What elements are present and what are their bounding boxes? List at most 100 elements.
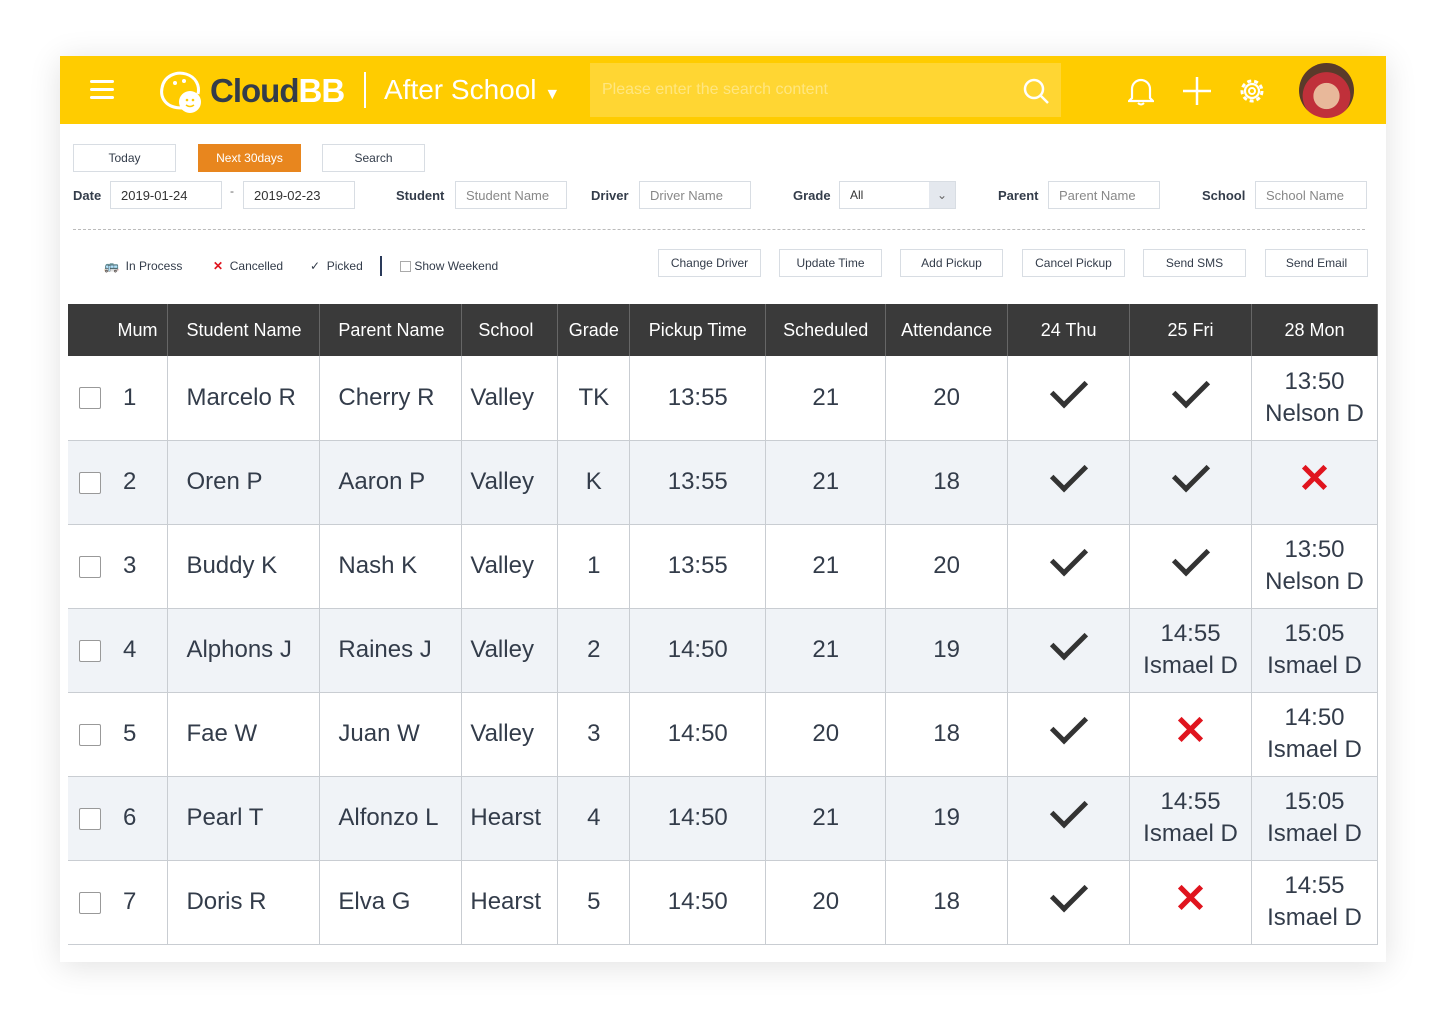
day-cell[interactable] xyxy=(1007,692,1131,777)
day-cell[interactable] xyxy=(1129,440,1252,525)
pickup-time: 13:55 xyxy=(629,524,767,609)
send-email-button[interactable]: Send Email xyxy=(1265,249,1368,277)
driver-name-input[interactable] xyxy=(639,181,751,209)
day-cell[interactable] xyxy=(1007,860,1131,945)
day-cell[interactable] xyxy=(1007,524,1131,609)
day-cell[interactable] xyxy=(1007,440,1131,525)
today-button[interactable]: Today xyxy=(73,144,176,172)
column-header[interactable]: Attendance xyxy=(885,304,1009,356)
day-time: 14:50 xyxy=(1284,704,1345,731)
date-to-input[interactable] xyxy=(243,181,355,209)
day-driver: Ismael D xyxy=(1267,652,1362,679)
legend-cancelled: ✕ Cancelled xyxy=(213,259,283,273)
date-from-input[interactable] xyxy=(110,181,222,209)
row-checkbox[interactable] xyxy=(79,387,101,410)
day-cell[interactable]: 14:55 Ismael D xyxy=(1129,776,1252,861)
day-cell[interactable]: 14:50 Ismael D xyxy=(1251,692,1379,777)
cross-icon: ✕ xyxy=(1173,709,1208,753)
day-cell[interactable]: 13:50 Nelson D xyxy=(1251,524,1379,609)
row-checkbox[interactable] xyxy=(79,639,101,662)
day-cell[interactable]: 13:50 Nelson D xyxy=(1251,356,1379,441)
day-driver: Nelson D xyxy=(1265,399,1364,427)
student-name-input[interactable] xyxy=(455,181,567,209)
row-checkbox[interactable] xyxy=(79,807,101,830)
day-cell[interactable] xyxy=(1007,608,1131,693)
next-30days-button[interactable]: Next 30days xyxy=(198,144,301,172)
parent-name: Cherry R xyxy=(319,356,463,441)
column-header[interactable]: School xyxy=(461,304,559,356)
school: Hearst xyxy=(461,860,559,945)
parent-name-input[interactable] xyxy=(1048,181,1160,209)
app-switcher[interactable]: After School ▼ xyxy=(384,74,560,106)
change-driver-button[interactable]: Change Driver xyxy=(658,249,761,277)
column-header[interactable]: Mum xyxy=(68,304,169,356)
table-row[interactable]: 5 Fae W Juan W Valley 3 14:50 20 18 ✕ 14:5… xyxy=(68,692,1379,777)
row-number-cell: 2 xyxy=(68,440,169,525)
day-cell[interactable]: ✕ xyxy=(1129,692,1252,777)
search-icon[interactable] xyxy=(1022,77,1050,105)
grade: 2 xyxy=(557,608,631,693)
table-row[interactable]: 4 Alphons J Raines J Valley 2 14:50 21 1… xyxy=(68,608,1379,693)
check-icon xyxy=(1171,454,1210,493)
day-cell[interactable]: ✕ xyxy=(1251,440,1379,525)
table-row[interactable]: 1 Marcelo R Cherry R Valley TK 13:55 21 … xyxy=(68,356,1379,441)
row-checkbox[interactable] xyxy=(79,723,101,746)
dashed-divider xyxy=(73,229,1365,230)
day-cell[interactable]: 14:55 Ismael D xyxy=(1251,860,1379,945)
legend-divider xyxy=(380,256,382,276)
day-cell[interactable] xyxy=(1129,356,1252,441)
show-weekend-checkbox[interactable]: Show Weekend xyxy=(400,259,498,273)
school: Valley xyxy=(461,356,559,441)
column-header[interactable]: Scheduled xyxy=(765,304,887,356)
column-header[interactable]: 28 Mon xyxy=(1251,304,1379,356)
cross-icon: ✕ xyxy=(1173,877,1208,921)
search-input[interactable] xyxy=(590,63,1061,117)
search-button[interactable]: Search xyxy=(322,144,425,172)
legend-cancelled-label: Cancelled xyxy=(229,259,284,273)
day-cell[interactable] xyxy=(1129,524,1252,609)
row-number-cell: 4 xyxy=(68,608,169,693)
add-pickup-button[interactable]: Add Pickup xyxy=(900,249,1003,277)
legend-in-process-label: In Process xyxy=(125,259,183,273)
attendance: 19 xyxy=(885,608,1009,693)
column-header[interactable]: 25 Fri xyxy=(1129,304,1252,356)
day-cell[interactable] xyxy=(1007,776,1131,861)
user-avatar[interactable] xyxy=(1299,63,1354,118)
school-bus-icon: 🚌 xyxy=(104,259,119,273)
column-header[interactable]: Parent Name xyxy=(319,304,463,356)
cancel-pickup-button[interactable]: Cancel Pickup xyxy=(1022,249,1125,277)
menu-icon[interactable] xyxy=(90,80,114,99)
day-cell[interactable]: 14:55 Ismael D xyxy=(1129,608,1252,693)
column-header[interactable]: Grade xyxy=(557,304,631,356)
grade: 5 xyxy=(557,860,631,945)
caret-down-icon: ▼ xyxy=(544,86,561,103)
send-sms-button[interactable]: Send SMS xyxy=(1143,249,1246,277)
plus-icon[interactable] xyxy=(1182,76,1212,106)
column-header[interactable]: 24 Thu xyxy=(1007,304,1131,356)
day-time: 13:50 xyxy=(1284,536,1345,563)
bell-icon[interactable] xyxy=(1128,76,1154,106)
row-checkbox[interactable] xyxy=(79,471,101,494)
column-header[interactable]: Pickup Time xyxy=(629,304,767,356)
row-checkbox[interactable] xyxy=(79,555,101,578)
day-cell[interactable]: 15:05 Ismael D xyxy=(1251,776,1379,861)
legend-picked: ✓ Picked xyxy=(310,259,363,273)
row-checkbox[interactable] xyxy=(79,891,101,914)
column-header[interactable]: Student Name xyxy=(167,304,321,356)
school-name-input[interactable] xyxy=(1255,181,1367,209)
day-cell[interactable]: 15:05 Ismael D xyxy=(1251,608,1379,693)
check-icon xyxy=(1049,370,1088,409)
table-row[interactable]: 6 Pearl T Alfonzo L Hearst 4 14:50 21 19… xyxy=(68,776,1379,861)
check-icon xyxy=(1171,370,1210,409)
grade-select[interactable]: All ⌄ xyxy=(839,181,956,209)
day-cell[interactable] xyxy=(1007,356,1131,441)
table-row[interactable]: 3 Buddy K Nash K Valley 1 13:55 21 20 13:… xyxy=(68,524,1379,609)
checkbox-box[interactable] xyxy=(400,261,411,273)
day-cell[interactable]: ✕ xyxy=(1129,860,1252,945)
row-number: 4 xyxy=(123,636,137,663)
gear-icon[interactable] xyxy=(1237,76,1267,106)
update-time-button[interactable]: Update Time xyxy=(779,249,882,277)
table-row[interactable]: 2 Oren P Aaron P Valley K 13:55 21 18 ✕ xyxy=(68,440,1379,525)
table-row[interactable]: 7 Doris R Elva G Hearst 5 14:50 20 18 ✕ 14… xyxy=(68,860,1379,945)
check-icon: ✓ xyxy=(310,259,321,273)
